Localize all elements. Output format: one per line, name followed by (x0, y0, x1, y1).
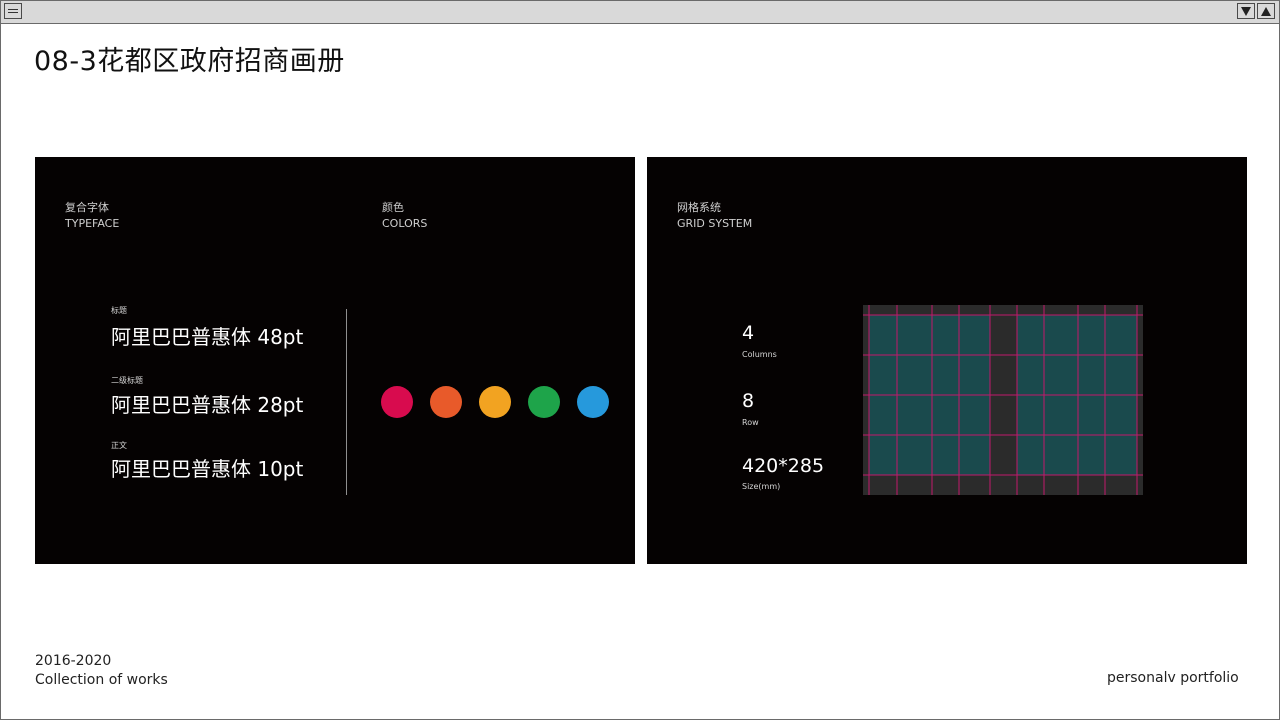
font-label-body: 正文 (111, 441, 127, 450)
font-sample-heading: 阿里巴巴普惠体 48pt (111, 325, 304, 349)
font-label-heading: 标题 (111, 306, 127, 315)
title-bar (1, 1, 1279, 24)
rows-label: Row (742, 418, 759, 427)
grid-diagram (863, 305, 1143, 495)
triangle-up-icon (1261, 7, 1271, 16)
app-window: 08-3花都区政府招商画册 复合字体 TYPEFACE 颜色 COLORS 标题… (0, 0, 1280, 720)
footer-portfolio: personalv portfolio (1107, 670, 1239, 686)
columns-label: Columns (742, 350, 777, 359)
footer-years: 2016-2020 (35, 653, 112, 669)
font-label-subheading: 二级标题 (111, 376, 143, 385)
grid-title-cn: 网格系统 (677, 201, 721, 214)
grid-system-panel: 网格系统 GRID SYSTEM 4 Columns 8 Row 420*285… (647, 157, 1247, 564)
maximize-button[interactable] (1257, 3, 1275, 19)
color-swatch-red (381, 386, 413, 418)
rows-value: 8 (742, 390, 755, 412)
page-title: 08-3花都区政府招商画册 (34, 46, 345, 77)
columns-value: 4 (742, 322, 755, 344)
divider-line (346, 309, 347, 495)
size-label: Size(mm) (742, 482, 781, 491)
colors-title-en: COLORS (382, 217, 428, 230)
triangle-down-icon (1241, 7, 1251, 16)
grid-title-en: GRID SYSTEM (677, 217, 753, 230)
color-swatch-green (528, 386, 560, 418)
color-swatch-yellow (479, 386, 511, 418)
font-sample-subheading: 阿里巴巴普惠体 28pt (111, 393, 304, 417)
colors-title-cn: 颜色 (382, 201, 404, 214)
font-sample-body: 阿里巴巴普惠体 10pt (111, 457, 304, 481)
typeface-title-cn: 复合字体 (65, 201, 109, 214)
size-value: 420*285 (742, 455, 825, 477)
footer-collection: Collection of works (35, 672, 168, 688)
minimize-button[interactable] (1237, 3, 1255, 19)
typeface-colors-panel: 复合字体 TYPEFACE 颜色 COLORS 标题 阿里巴巴普惠体 48pt … (35, 157, 635, 564)
window-menu-button[interactable] (4, 3, 22, 19)
color-swatch-blue (577, 386, 609, 418)
color-swatch-orange (430, 386, 462, 418)
typeface-title-en: TYPEFACE (65, 217, 120, 230)
